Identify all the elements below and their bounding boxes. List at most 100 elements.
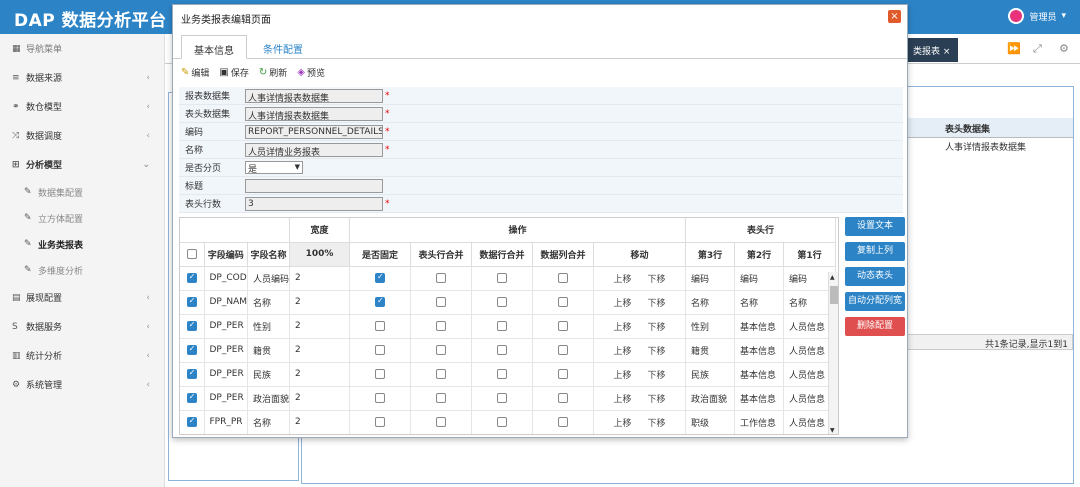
tab-business-report[interactable]: 类报表 × [905,38,959,62]
row3-cell[interactable]: 民族 [685,362,736,387]
data-col-merge-checkbox[interactable] [558,344,569,355]
data-col-merge-checkbox[interactable] [558,368,569,379]
move-up-link[interactable]: 上移 [614,275,632,285]
table-row[interactable]: DP_PER籍贯2上移下移籍贯基本信息人员信息 [180,338,837,363]
data-col-merge-checkbox[interactable] [558,272,569,283]
header-merge-checkbox[interactable] [436,272,447,283]
width-cell[interactable]: 2 [289,410,351,434]
table-row[interactable]: DP_PER性别2上移下移性别基本信息人员信息 [180,314,837,339]
header-merge-checkbox[interactable] [436,320,447,331]
move-up-link[interactable]: 上移 [614,419,632,429]
table-row[interactable]: DP_NAM名称2上移下移名称名称名称 [180,290,837,315]
width-cell[interactable]: 2 [289,314,351,339]
header-merge-checkbox[interactable] [436,296,447,307]
header-rows-field[interactable]: 3 [245,196,383,211]
header-merge-checkbox[interactable] [436,344,447,355]
move-up-link[interactable]: 上移 [614,323,632,333]
move-down-link[interactable]: 下移 [648,299,666,309]
fixed-checkbox[interactable] [375,392,386,403]
grid-scrollbar[interactable]: ▲ ▼ [828,272,838,434]
move-down-link[interactable]: 下移 [648,419,666,429]
sidebar-item-display[interactable]: ▤ 展现配置 ‹ [0,283,164,312]
data-row-merge-checkbox[interactable] [497,368,508,379]
data-row-merge-checkbox[interactable] [497,320,508,331]
fixed-checkbox[interactable] [375,416,386,427]
row2-cell[interactable]: 基本信息 [734,386,785,411]
width-cell[interactable]: 2 [289,362,351,387]
move-up-link[interactable]: 上移 [614,371,632,381]
title-field[interactable] [245,178,383,193]
gear-icon[interactable]: ⚙ [1059,42,1069,55]
row-checkbox[interactable] [186,320,197,331]
auto-width-button[interactable]: 自动分配列宽 [845,292,905,311]
row3-cell[interactable]: 政治面貌 [685,386,736,411]
avatar[interactable] [1008,8,1025,24]
row3-cell[interactable]: 编码 [685,266,736,291]
data-row-merge-checkbox[interactable] [497,272,508,283]
width-cell[interactable]: 2 [289,338,351,363]
sidebar-item-warehouse[interactable]: ⚭ 数仓模型 ‹ [0,92,164,121]
paging-select[interactable]: 是 [245,161,303,175]
data-row-merge-checkbox[interactable] [497,392,508,403]
fixed-checkbox[interactable] [375,272,386,283]
move-down-link[interactable]: 下移 [648,323,666,333]
row-checkbox[interactable] [186,392,197,403]
row-checkbox[interactable] [186,368,197,379]
data-row-merge-checkbox[interactable] [497,344,508,355]
tab-condition-config[interactable]: 条件配置 [251,35,315,59]
row3-cell[interactable]: 名称 [685,290,736,315]
data-col-merge-checkbox[interactable] [558,320,569,331]
data-row-merge-checkbox[interactable] [497,296,508,307]
sidebar-item-data-source[interactable]: ≡ 数据来源 ‹ [0,63,164,92]
row3-cell[interactable]: 性别 [685,314,736,339]
table-row[interactable]: DP_PER政治面貌2上移下移政治面貌基本信息人员信息 [180,386,837,411]
sidebar-item-system[interactable]: ⚙ 系统管理 ‹ [0,370,164,399]
row2-cell[interactable]: 基本信息 [734,362,785,387]
width-cell[interactable]: 2 [289,290,351,315]
row3-cell[interactable]: 籍贯 [685,338,736,363]
edit-button[interactable]: ✎ 编辑 [181,66,209,79]
move-down-link[interactable]: 下移 [648,371,666,381]
row2-cell[interactable]: 工作信息 [734,410,785,434]
sidebar-subitem-cube[interactable]: ✎ 立方体配置 [0,205,164,231]
row2-cell[interactable]: 基本信息 [734,338,785,363]
fixed-checkbox[interactable] [375,296,386,307]
refresh-button[interactable]: ↻ 刷新 [259,66,287,79]
fixed-checkbox[interactable] [375,320,386,331]
header-dataset-field[interactable]: 人事详情报表数据集 [245,106,383,121]
report-dataset-field[interactable]: 人事详情报表数据集 [245,88,383,103]
header-merge-checkbox[interactable] [436,368,447,379]
row2-cell[interactable]: 基本信息 [734,314,785,339]
table-row[interactable]: DP_COD人员编码2上移下移编码编码编码 [180,266,837,291]
width-cell[interactable]: 2 [289,266,351,291]
row2-cell[interactable]: 名称 [734,290,785,315]
name-field[interactable]: 人员详情业务报表 [245,142,383,157]
row-checkbox[interactable] [186,296,197,307]
header-merge-checkbox[interactable] [436,392,447,403]
row-checkbox[interactable] [186,344,197,355]
fullscreen-icon[interactable]: ⤢ [1033,42,1042,56]
data-row-merge-checkbox[interactable] [497,416,508,427]
scrollbar-thumb[interactable] [830,286,838,304]
save-button[interactable]: ▣ 保存 [219,66,248,79]
data-col-merge-checkbox[interactable] [558,392,569,403]
table-row[interactable]: FPR_PR名称2上移下移职级工作信息人员信息 [180,410,837,434]
move-down-link[interactable]: 下移 [648,395,666,405]
user-menu[interactable]: 管理员 ▾ [1008,8,1066,24]
select-all-checkbox[interactable] [186,248,197,259]
data-col-merge-checkbox[interactable] [558,416,569,427]
sidebar-item-analysis[interactable]: ⊞ 分析模型 ⌄ [0,150,164,179]
move-up-link[interactable]: 上移 [614,395,632,405]
row-checkbox[interactable] [186,416,197,427]
sidebar-subitem-dataset[interactable]: ✎ 数据集配置 [0,179,164,205]
dynamic-header-button[interactable]: 动态表头 [845,267,905,286]
sidebar-subitem-business-report[interactable]: ✎ 业务类报表 [0,231,164,257]
move-up-link[interactable]: 上移 [614,299,632,309]
forward-icon[interactable]: ⏩ [1007,42,1021,55]
row3-cell[interactable]: 职级 [685,410,736,434]
header-merge-checkbox[interactable] [436,416,447,427]
sidebar-item-schedule[interactable]: ⤨ 数据调度 ‹ [0,121,164,150]
move-down-link[interactable]: 下移 [648,347,666,357]
table-row[interactable]: DP_PER民族2上移下移民族基本信息人员信息 [180,362,837,387]
code-field[interactable]: REPORT_PERSONNEL_DETAILS [245,124,383,139]
